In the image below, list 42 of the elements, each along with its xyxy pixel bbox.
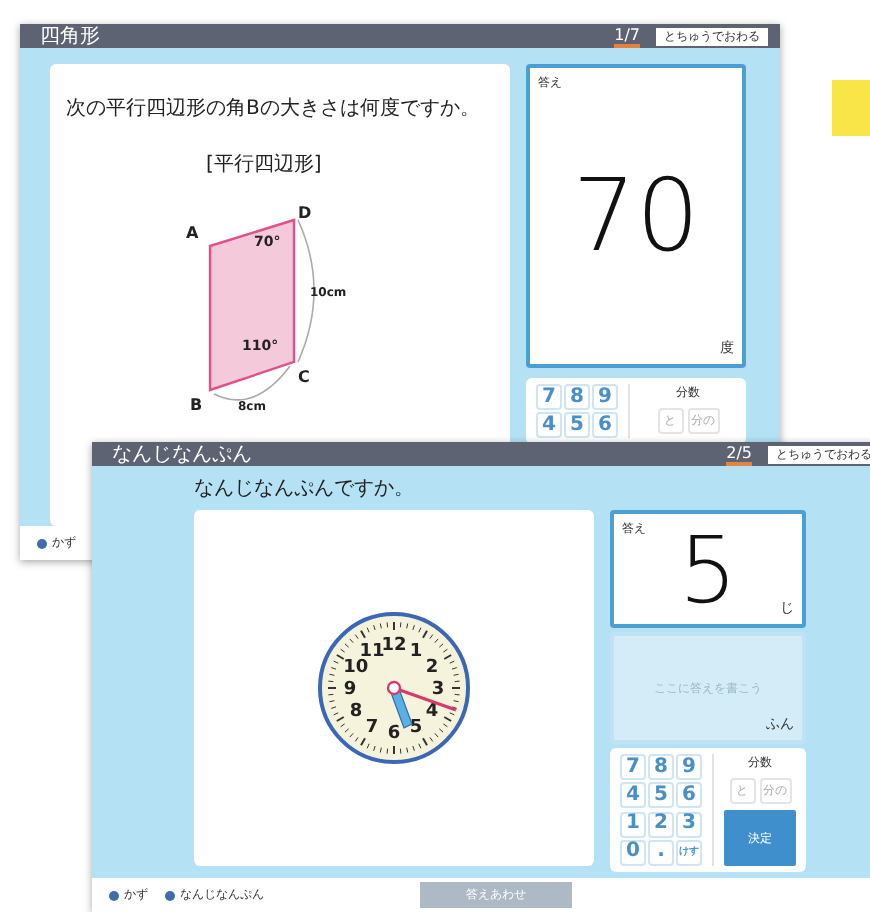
clock-number: 4 <box>425 702 439 722</box>
number-key[interactable]: 3 <box>676 811 702 837</box>
clock-number: 10 <box>343 658 369 678</box>
clock-number: 12 <box>381 636 407 656</box>
progress-count: 2/5 <box>726 443 752 465</box>
question-text: なんじなんぷんですか。 <box>194 476 416 502</box>
number-key[interactable]: 5 <box>564 412 590 438</box>
number-key[interactable]: 4 <box>536 412 562 438</box>
number-key[interactable]: 0 <box>620 839 646 866</box>
clock-number: 7 <box>365 718 379 739</box>
vertex-label: A <box>186 224 199 242</box>
number-key[interactable]: 7 <box>620 754 646 780</box>
handwritten-answer: 5 <box>678 515 738 623</box>
window-title: 四角形 <box>40 24 102 50</box>
number-key[interactable]: 5 <box>648 782 674 809</box>
clock-number: 6 <box>387 724 401 744</box>
handwritten-answer: 70 <box>572 158 700 274</box>
number-key[interactable]: 6 <box>592 412 618 438</box>
vertex-label: B <box>190 396 203 414</box>
number-key[interactable]: 9 <box>676 754 702 780</box>
clock-number: 3 <box>431 680 445 700</box>
number-key[interactable]: 8 <box>564 384 590 410</box>
number-key[interactable]: 7 <box>536 384 562 410</box>
number-key[interactable]: 9 <box>592 384 618 410</box>
clock-number: 9 <box>343 680 357 700</box>
number-key[interactable]: 2 <box>648 811 674 837</box>
number-key[interactable]: 4 <box>620 782 646 809</box>
number-key[interactable]: . <box>648 839 674 866</box>
clock-number: 11 <box>359 641 385 662</box>
number-key[interactable]: 8 <box>648 754 674 780</box>
number-key[interactable]: 1 <box>620 811 646 837</box>
progress-count: 1/7 <box>614 25 640 47</box>
clock-number: 1 <box>409 641 423 662</box>
vertex-label: D <box>298 204 312 222</box>
clock-number: 2 <box>425 658 439 678</box>
number-key[interactable]: 6 <box>676 782 702 809</box>
window-title: なんじなんぷん <box>112 442 254 468</box>
figure-caption: [平行四辺形] <box>206 154 322 176</box>
clock-number: 5 <box>409 718 423 739</box>
question-text: 次の平行四辺形の角Bの大きさは何度ですか。 <box>66 98 480 120</box>
clock-number: 8 <box>349 702 363 722</box>
vertex-label: C <box>298 368 310 386</box>
